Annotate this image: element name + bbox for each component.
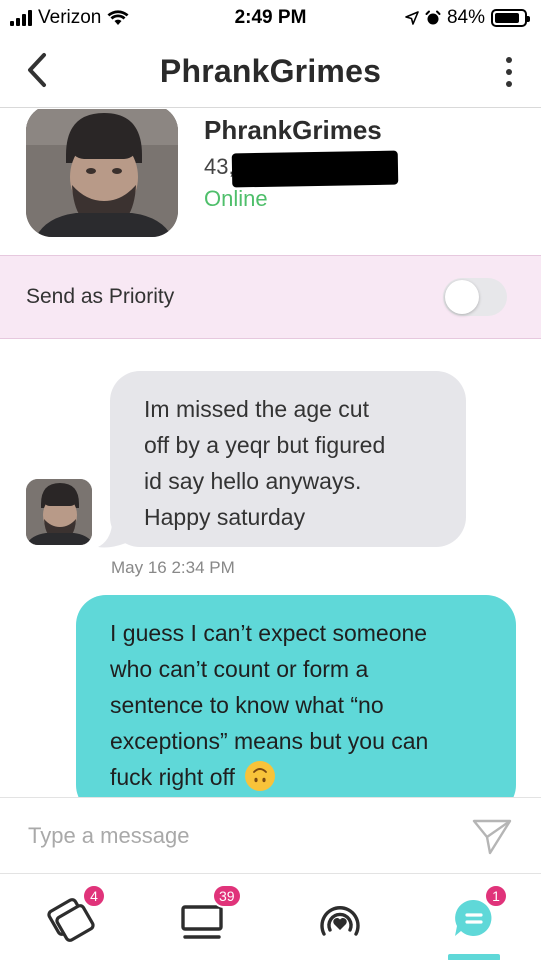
message-line: who can’t count or form a — [110, 656, 369, 682]
message-line: Im missed the age cut — [144, 396, 369, 422]
profile-age-row: 43, — [204, 150, 404, 188]
dot-icon — [506, 57, 512, 63]
sender-avatar[interactable] — [26, 479, 92, 545]
dot-icon — [506, 69, 512, 75]
toggle-knob — [445, 280, 479, 314]
tab-stack[interactable]: 39 — [162, 884, 242, 954]
signal-icon — [10, 10, 32, 26]
chat-header: PhrankGrimes — [0, 36, 541, 108]
message-input[interactable] — [28, 822, 471, 849]
message-timestamp: May 16 2:34 PM — [111, 558, 235, 577]
tab-swipe[interactable]: 4 — [28, 884, 108, 954]
carrier-label: Verizon — [38, 7, 102, 28]
priority-row: Send as Priority — [0, 255, 541, 339]
battery-icon — [491, 9, 530, 27]
message-line: sentence to know what “no — [110, 692, 384, 718]
dot-icon — [506, 81, 512, 87]
wifi-icon — [107, 10, 129, 25]
message-line: fuck right off — [110, 764, 235, 790]
active-tab-indicator — [448, 954, 500, 960]
message-bubble-incoming[interactable]: Im missed the age cut off by a yeqr but … — [110, 371, 466, 547]
alarm-icon — [425, 10, 441, 25]
battery-fill — [495, 13, 519, 23]
profile-photo[interactable] — [26, 109, 178, 237]
chevron-left-icon — [28, 53, 46, 87]
status-bar: Verizon 2:49 PM 84% — [0, 0, 541, 36]
message-line: exceptions” means but you can — [110, 728, 429, 754]
notification-badge: 4 — [82, 884, 106, 908]
back-button[interactable] — [22, 50, 52, 90]
send-icon — [472, 819, 512, 854]
notification-badge: 39 — [212, 884, 242, 908]
more-options-button[interactable] — [499, 52, 519, 92]
notification-badge: 1 — [484, 884, 508, 908]
profile-card[interactable]: PhrankGrimes 43, Online — [0, 109, 541, 255]
redaction-bar — [231, 150, 399, 188]
tab-messages[interactable]: 1 — [434, 884, 514, 954]
tab-bar: 4 39 1 — [0, 873, 541, 960]
profile-name: PhrankGrimes — [204, 115, 382, 145]
upside-down-face-icon — [245, 760, 276, 791]
battery-percent: 84% — [446, 7, 485, 28]
message-line: I guess I can’t expect someone — [110, 620, 428, 646]
message-line-last: fuck right off — [110, 759, 492, 795]
person-portrait-icon — [26, 479, 92, 545]
status-right: 84% — [405, 7, 530, 29]
page-title: PhrankGrimes — [159, 53, 382, 89]
message-line: id say hello anyways. — [144, 468, 362, 494]
chat-thread[interactable]: Im missed the age cut off by a yeqr but … — [0, 339, 541, 797]
profile-age: 43, — [204, 154, 235, 179]
person-portrait-icon — [26, 109, 178, 237]
status-left: Verizon — [10, 7, 129, 29]
priority-toggle[interactable] — [443, 278, 507, 316]
profile-info: PhrankGrimes 43, Online — [204, 115, 404, 212]
message-line: Happy saturday — [144, 504, 306, 530]
send-button[interactable] — [471, 815, 513, 857]
online-status: Online — [204, 186, 268, 211]
priority-label: Send as Priority — [26, 285, 175, 308]
message-bubble-outgoing[interactable]: I guess I can’t expect someone who can’t… — [76, 595, 516, 797]
broadcast-heart-icon — [320, 906, 360, 936]
message-composer — [0, 797, 541, 873]
tab-live[interactable] — [300, 884, 380, 954]
location-arrow-icon — [405, 11, 419, 25]
message-line: off by a yeqr but figured — [144, 432, 386, 458]
